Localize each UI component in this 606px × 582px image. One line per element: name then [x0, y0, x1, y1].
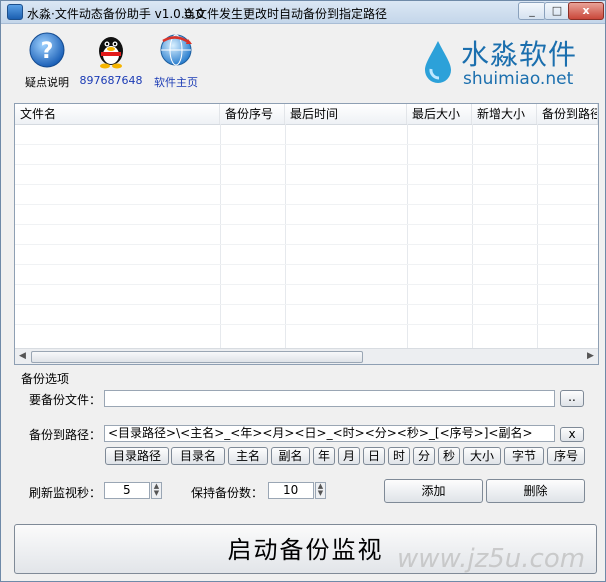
svg-text:?: ?	[41, 39, 54, 64]
logo-domain-text: shuimiao.net	[463, 69, 574, 89]
refresh-interval-label: 刷新监视秒：	[29, 486, 102, 500]
column-last-size[interactable]: 最后大小	[407, 104, 472, 124]
token-seq-button[interactable]: 序号	[547, 447, 585, 465]
add-button[interactable]: 添加	[384, 479, 483, 503]
token-second-button[interactable]: 秒	[438, 447, 460, 465]
minimize-button[interactable]: _	[518, 2, 546, 20]
grid-row-line	[15, 324, 598, 325]
file-label: 要备份文件：	[29, 393, 102, 407]
app-window: 水淼·文件动态备份助手 v1.0.0.0 当文件发生更改时自动备份到指定路径 _…	[0, 0, 606, 582]
qq-penguin-icon	[92, 31, 130, 69]
delete-button[interactable]: 删除	[486, 479, 585, 503]
grid-row-line	[15, 164, 598, 165]
grid-divider	[537, 124, 538, 348]
browse-button[interactable]: ..	[560, 390, 584, 407]
column-last-time[interactable]: 最后时间	[285, 104, 407, 124]
token-day-button[interactable]: 日	[363, 447, 385, 465]
token-year-button[interactable]: 年	[313, 447, 335, 465]
path-label: 备份到路径：	[29, 428, 102, 442]
app-icon	[7, 4, 23, 20]
globe-icon	[157, 31, 195, 69]
token-bytes-button[interactable]: 字节	[504, 447, 544, 465]
grid-divider	[472, 124, 473, 348]
grid-row-line	[15, 264, 598, 265]
scrollbar-thumb[interactable]	[31, 351, 363, 363]
scroll-right-icon[interactable]: ▶	[583, 349, 598, 364]
keep-count-spinner[interactable]: ▲ ▼	[315, 482, 326, 499]
title-bar: 水淼·文件动态备份助手 v1.0.0.0 当文件发生更改时自动备份到指定路径 _…	[1, 1, 605, 24]
site-watermark: www.jz5u.com	[397, 544, 586, 574]
column-added-size[interactable]: 新增大小	[472, 104, 537, 124]
token-month-button[interactable]: 月	[338, 447, 360, 465]
token-hour-button[interactable]: 时	[388, 447, 410, 465]
homepage-label: 软件主页	[154, 76, 198, 89]
grid-divider	[285, 124, 286, 348]
close-button[interactable]: x	[568, 2, 604, 20]
token-ext-name-button[interactable]: 副名	[271, 447, 310, 465]
homepage-button[interactable]: 软件主页	[141, 31, 211, 90]
column-filename[interactable]: 文件名	[15, 104, 220, 124]
qq-button[interactable]: 897687648	[76, 31, 146, 87]
refresh-interval-input[interactable]: 5	[104, 482, 150, 499]
grid-divider	[407, 124, 408, 348]
window-subtitle: 当文件发生更改时自动备份到指定路径	[183, 7, 388, 21]
window-title: 水淼·文件动态备份助手 v1.0.0.0	[27, 7, 204, 21]
maximize-button[interactable]: □	[544, 2, 570, 20]
grid-row-line	[15, 184, 598, 185]
refresh-spinner[interactable]: ▲ ▼	[151, 482, 162, 499]
grid-row-line	[15, 244, 598, 245]
grid-row-line	[15, 144, 598, 145]
qq-number-label: 897687648	[79, 74, 143, 87]
grid-row-line	[15, 204, 598, 205]
backup-options-title: 备份选项	[21, 372, 70, 386]
column-backup-seq[interactable]: 备份序号	[220, 104, 285, 124]
question-icon: ?	[28, 31, 66, 69]
water-drop-logo-icon	[421, 39, 455, 85]
backup-file-input[interactable]	[104, 390, 555, 407]
grid-row-line	[15, 284, 598, 285]
keep-count-input[interactable]: 10	[268, 482, 314, 499]
help-label: 疑点说明	[25, 76, 69, 89]
grid-row-line	[15, 224, 598, 225]
token-dir-path-button[interactable]: 目录路径	[105, 447, 169, 465]
token-size-button[interactable]: 大小	[463, 447, 501, 465]
grid-row-line	[15, 304, 598, 305]
logo-chinese-text: 水淼软件	[461, 38, 578, 71]
grid-divider	[220, 124, 221, 348]
token-minute-button[interactable]: 分	[413, 447, 435, 465]
keep-count-label: 保持备份数：	[191, 486, 264, 500]
backup-path-input[interactable]: <目录路径>\<主名>_<年><月><日>_<时><分><秒>_[<序号>]<副…	[104, 425, 555, 442]
column-backup-path[interactable]: 备份到路径	[537, 104, 598, 124]
clear-path-button[interactable]: x	[560, 427, 584, 442]
file-list-table[interactable]: 文件名 备份序号 最后时间 最后大小 新增大小 备份到路径 ◀ ▶	[14, 103, 599, 365]
token-main-name-button[interactable]: 主名	[228, 447, 268, 465]
horizontal-scrollbar[interactable]: ◀ ▶	[15, 348, 598, 364]
scroll-left-icon[interactable]: ◀	[15, 349, 30, 364]
token-dir-name-button[interactable]: 目录名	[171, 447, 225, 465]
table-header: 文件名 备份序号 最后时间 最后大小 新增大小 备份到路径	[15, 104, 598, 125]
help-button[interactable]: ? 疑点说明	[12, 31, 82, 90]
